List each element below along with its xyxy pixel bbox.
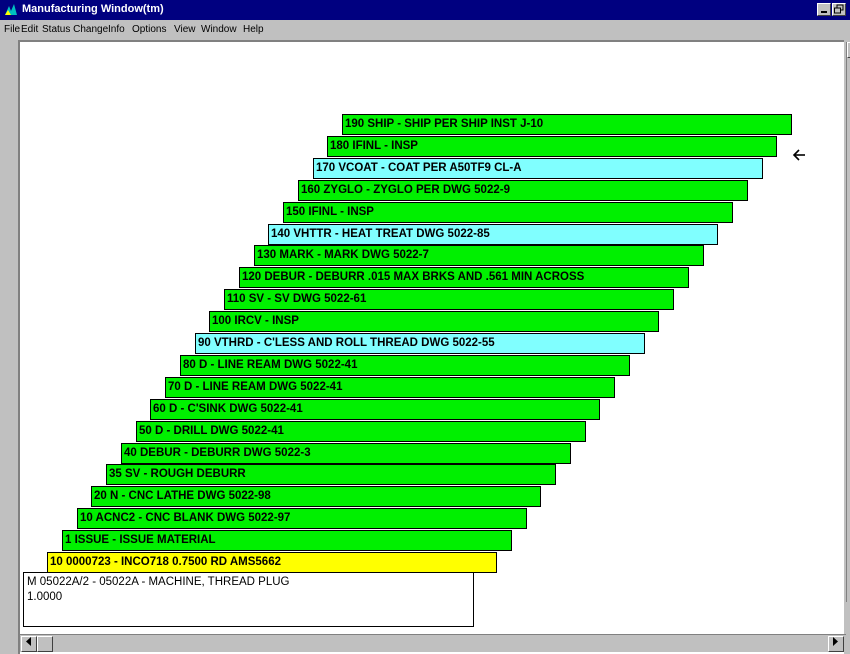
manufacturing-window: Manufacturing Window(tm) File Edit Statu… [0, 0, 850, 654]
operation-card[interactable]: 150 IFINL - INSP [283, 202, 733, 223]
routing-canvas: 190 SHIP - SHIP PER SHIP INST J-10 180 IF… [18, 40, 850, 654]
operation-card[interactable]: 10 0000723 - INCO718 0.7500 RD AMS5662 [47, 552, 497, 573]
minimize-icon [821, 11, 827, 13]
menu-info[interactable]: Info [108, 24, 125, 35]
operation-card[interactable]: 110 SV - SV DWG 5022-61 [224, 289, 674, 310]
operation-label: 40 DEBUR - DEBURR DWG 5022-3 [124, 447, 311, 459]
operation-label: 120 DEBUR - DEBURR .015 MAX BRKS AND .56… [242, 271, 585, 283]
restore-button[interactable] [832, 3, 846, 16]
current-operation-arrow-icon [792, 149, 805, 161]
operation-card[interactable]: 190 SHIP - SHIP PER SHIP INST J-10 [342, 114, 792, 135]
title-bar: Manufacturing Window(tm) [0, 0, 850, 20]
operation-card[interactable]: 10 ACNC2 - CNC BLANK DWG 5022-97 [77, 508, 527, 529]
operation-card[interactable]: 100 IRCV - INSP [209, 311, 659, 332]
menu-bar: File Edit Status Change Info Options Vie… [0, 20, 850, 38]
menu-edit[interactable]: Edit [21, 24, 38, 35]
operation-label: 10 0000723 - INCO718 0.7500 RD AMS5662 [50, 556, 281, 568]
arrow-left-icon [26, 637, 31, 646]
operation-card[interactable]: 35 SV - ROUGH DEBURR [106, 464, 556, 485]
operation-label: 100 IRCV - INSP [212, 315, 299, 327]
scroll-left-button[interactable] [21, 636, 37, 652]
operation-label: 50 D - DRILL DWG 5022-41 [139, 425, 284, 437]
operation-label: 140 VHTTR - HEAT TREAT DWG 5022-85 [271, 228, 490, 240]
operation-card[interactable]: 50 D - DRILL DWG 5022-41 [136, 421, 586, 442]
window-title: Manufacturing Window(tm) [22, 3, 164, 15]
operation-card[interactable]: 160 ZYGLO - ZYGLO PER DWG 5022-9 [298, 180, 748, 201]
menu-file[interactable]: File [4, 24, 20, 35]
operation-label: 35 SV - ROUGH DEBURR [109, 468, 246, 480]
operation-card[interactable]: 140 VHTTR - HEAT TREAT DWG 5022-85 [268, 224, 718, 245]
operation-card[interactable]: 170 VCOAT - COAT PER A50TF9 CL-A [313, 158, 763, 179]
operation-label: 150 IFINL - INSP [286, 206, 374, 218]
menu-help[interactable]: Help [243, 24, 264, 35]
horizontal-scroll-thumb[interactable] [37, 636, 53, 652]
operation-label: 130 MARK - MARK DWG 5022-7 [257, 249, 429, 261]
operation-label: 20 N - CNC LATHE DWG 5022-98 [94, 490, 271, 502]
operation-label: 10 ACNC2 - CNC BLANK DWG 5022-97 [80, 512, 291, 524]
operation-card[interactable]: 90 VTHRD - C'LESS AND ROLL THREAD DWG 50… [195, 333, 645, 354]
operation-label: 110 SV - SV DWG 5022-61 [227, 293, 367, 305]
menu-options[interactable]: Options [132, 24, 166, 35]
operation-label: 180 IFINL - INSP [330, 140, 418, 152]
operation-label: 80 D - LINE REAM DWG 5022-41 [183, 359, 358, 371]
menu-view[interactable]: View [174, 24, 196, 35]
operation-label: 160 ZYGLO - ZYGLO PER DWG 5022-9 [301, 184, 510, 196]
operation-label: 90 VTHRD - C'LESS AND ROLL THREAD DWG 50… [198, 337, 495, 349]
operation-card[interactable]: 80 D - LINE REAM DWG 5022-41 [180, 355, 630, 376]
operation-card[interactable]: 70 D - LINE REAM DWG 5022-41 [165, 377, 615, 398]
operation-card[interactable]: 130 MARK - MARK DWG 5022-7 [254, 245, 704, 266]
vertical-scrollbar[interactable] [846, 42, 850, 602]
part-quantity: 1.0000 [27, 591, 63, 603]
part-card[interactable]: M 05022A/2 - 05022A - MACHINE, THREAD PL… [23, 572, 474, 627]
operation-card[interactable]: 20 N - CNC LATHE DWG 5022-98 [91, 486, 541, 507]
menu-status-change[interactable]: Status Change [42, 24, 108, 35]
restore-icon [834, 4, 844, 14]
scroll-right-button[interactable] [828, 636, 844, 652]
menu-window[interactable]: Window [201, 24, 237, 35]
horizontal-scrollbar[interactable] [20, 634, 846, 652]
operation-card[interactable]: 60 D - C'SINK DWG 5022-41 [150, 399, 600, 420]
operation-label: 1 ISSUE - ISSUE MATERIAL [65, 534, 216, 546]
operation-card[interactable]: 40 DEBUR - DEBURR DWG 5022-3 [121, 443, 571, 464]
operation-card[interactable]: 1 ISSUE - ISSUE MATERIAL [62, 530, 512, 551]
operation-label: 70 D - LINE REAM DWG 5022-41 [168, 381, 343, 393]
operation-card[interactable]: 120 DEBUR - DEBURR .015 MAX BRKS AND .56… [239, 267, 689, 288]
operation-label: 60 D - C'SINK DWG 5022-41 [153, 403, 303, 415]
operation-label: 170 VCOAT - COAT PER A50TF9 CL-A [316, 162, 522, 174]
operation-label: 190 SHIP - SHIP PER SHIP INST J-10 [345, 118, 544, 130]
minimize-button[interactable] [817, 3, 831, 16]
app-icon [4, 3, 18, 16]
arrow-right-icon [833, 637, 838, 646]
operation-card[interactable]: 180 IFINL - INSP [327, 136, 777, 157]
part-description: M 05022A/2 - 05022A - MACHINE, THREAD PL… [27, 576, 290, 588]
